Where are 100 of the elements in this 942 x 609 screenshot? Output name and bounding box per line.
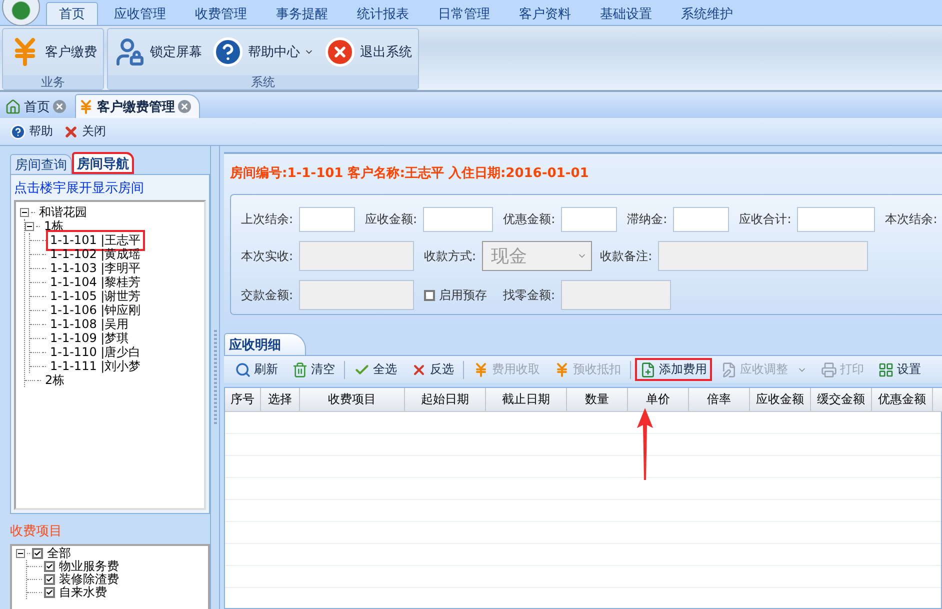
- tree-item[interactable]: 2栋: [43, 372, 67, 388]
- detail-tab[interactable]: 应收明细: [224, 333, 306, 355]
- splitter[interactable]: [210, 146, 220, 609]
- menu-tab[interactable]: 应收管理: [101, 2, 179, 25]
- menu-tab[interactable]: 首页: [46, 2, 98, 25]
- ribbon-button[interactable]: 客户缴费: [7, 36, 99, 68]
- column-header[interactable]: 缓交金额: [811, 388, 872, 412]
- field-label: 本次结余:: [885, 211, 938, 228]
- tree-item[interactable]: 1-1-101 |王志平: [48, 232, 143, 248]
- tree-item[interactable]: 和谐花园: [37, 204, 89, 220]
- toolbar-button[interactable]: 刷新: [230, 358, 283, 381]
- tree-item[interactable]: 1-1-104 |黎桂芳: [48, 274, 143, 290]
- tree-item[interactable]: 1-1-103 |李明平: [48, 260, 143, 276]
- field-label: 交款金额:: [241, 286, 294, 304]
- collapse-toggle[interactable]: [25, 222, 34, 230]
- menu-tab[interactable]: 统计报表: [344, 2, 422, 25]
- collapse-toggle[interactable]: [20, 208, 29, 216]
- menu-tab[interactable]: 日常管理: [425, 2, 503, 25]
- column-header[interactable]: 应收金额: [750, 388, 811, 412]
- toolbar-button[interactable]: 反选: [406, 358, 459, 381]
- column-header[interactable]: 选择: [261, 388, 300, 412]
- menu-tab[interactable]: 基础设置: [587, 2, 665, 25]
- checkbox[interactable]: [424, 290, 436, 300]
- column-header[interactable]: 数量: [567, 388, 628, 412]
- column-header[interactable]: 优惠金额: [872, 388, 933, 412]
- annotation-arrow: [636, 408, 654, 480]
- column-header[interactable]: 截止日期: [486, 388, 567, 412]
- toolbar-button[interactable]: 清空: [287, 358, 340, 381]
- field-label: 本次实收:: [241, 248, 294, 264]
- checkbox[interactable]: [44, 574, 55, 585]
- close-icon[interactable]: [178, 100, 191, 113]
- yen-icon: [78, 98, 94, 114]
- yen-icon: [554, 362, 570, 378]
- column-header[interactable]: 序号: [225, 388, 261, 412]
- menu-tab[interactable]: 客户资料: [506, 2, 584, 25]
- tree-item[interactable]: 1-1-108 |吴用: [48, 316, 131, 332]
- collapse-toggle[interactable]: [16, 549, 25, 558]
- panel-tab[interactable]: 房间导航: [72, 152, 134, 174]
- search-icon: [235, 362, 251, 378]
- bin-icon: [292, 362, 308, 378]
- toolbar-button[interactable]: 设置: [873, 358, 926, 381]
- ribbon-button[interactable]: 锁定屏幕: [112, 36, 204, 68]
- field-label: 应收合计:: [739, 211, 792, 228]
- close-icon[interactable]: [53, 100, 66, 113]
- field-label: 优惠金额:: [503, 211, 556, 228]
- user-lock-icon: [114, 36, 146, 68]
- yen-icon: [473, 362, 489, 378]
- field-label: 应收金额:: [365, 211, 418, 228]
- input-field[interactable]: [797, 207, 876, 232]
- tree-item[interactable]: 自来水费: [57, 584, 109, 601]
- document-tab[interactable]: 首页: [2, 94, 75, 118]
- toolbar-button[interactable]: 添加费用: [635, 358, 712, 381]
- tree-item[interactable]: 1-1-109 |梦琪: [48, 330, 131, 346]
- close-icon: [324, 36, 356, 68]
- checkbox[interactable]: [44, 587, 55, 598]
- toolbar-button[interactable]: 关闭: [61, 123, 108, 140]
- hint-text: 点击楼宇展开显示房间: [14, 180, 145, 197]
- edit-file-icon: [721, 362, 737, 378]
- room-info: 房间编号:1-1-101 客户名称:王志平 入住日期:2016-01-01: [230, 164, 590, 182]
- column-header[interactable]: 起始日期: [405, 388, 486, 412]
- field-label: 滞纳金:: [627, 211, 668, 228]
- ribbon-button[interactable]: 退出系统: [322, 36, 414, 68]
- add-file-icon: [640, 362, 656, 378]
- tree-item[interactable]: 全部: [45, 546, 73, 562]
- help-icon: [10, 124, 26, 140]
- input-field[interactable]: [299, 207, 356, 232]
- tree-item[interactable]: 1-1-105 |谢世芳: [48, 288, 143, 304]
- field-label: 收款方式:: [424, 248, 476, 264]
- close-icon: [63, 124, 79, 140]
- column-header[interactable]: 倍率: [689, 388, 750, 412]
- tree-item[interactable]: 1-1-110 |唐少白: [48, 344, 143, 360]
- menu-tab[interactable]: 事务提醒: [263, 2, 341, 25]
- tree-item[interactable]: 1-1-106 |钟应刚: [48, 302, 143, 318]
- settings-icon: [878, 362, 894, 378]
- home-icon: [5, 98, 21, 114]
- help-icon: [212, 36, 244, 68]
- group-title: 系统: [108, 75, 418, 89]
- checkbox[interactable]: [32, 548, 43, 559]
- toolbar-button[interactable]: 帮助: [8, 123, 55, 140]
- checkbox[interactable]: [44, 561, 55, 572]
- printer-icon: [821, 362, 837, 378]
- ribbon-button[interactable]: 帮助中心: [210, 36, 316, 68]
- column-header[interactable]: 收费项目: [300, 388, 405, 412]
- menu-tab[interactable]: 系统维护: [668, 2, 746, 25]
- input-field[interactable]: [673, 207, 730, 232]
- field-label: 找零金额:: [503, 286, 556, 304]
- section-title: 收费项目: [10, 523, 63, 540]
- input-field[interactable]: [561, 207, 618, 232]
- column-header[interactable]: 单价: [628, 388, 689, 412]
- panel-tab[interactable]: 房间查询: [10, 154, 72, 174]
- document-tab[interactable]: 客户缴费管理: [75, 94, 200, 118]
- field-label: 上次结余:: [241, 211, 294, 228]
- group-title: 业务: [3, 75, 103, 89]
- checkbox-label[interactable]: 启用预存: [439, 286, 488, 304]
- tree-item[interactable]: 1-1-102 |黄成瑶: [48, 246, 143, 262]
- tree-item[interactable]: 1-1-111 |刘小梦: [48, 358, 143, 374]
- toolbar-button[interactable]: 全选: [349, 358, 402, 381]
- field-label: 收款备注:: [600, 248, 652, 264]
- input-field[interactable]: [423, 207, 494, 232]
- menu-tab[interactable]: 收费管理: [182, 2, 260, 25]
